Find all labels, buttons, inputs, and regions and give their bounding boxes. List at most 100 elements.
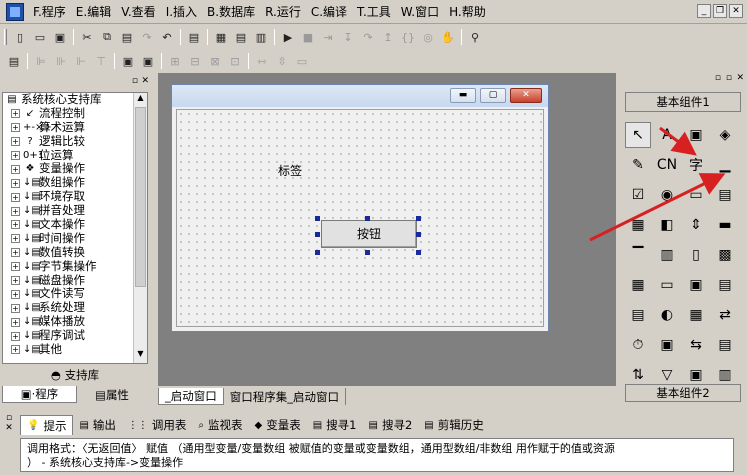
component-1-icon[interactable]: ↖ xyxy=(625,122,651,148)
tab-program[interactable]: ▣ · 程序 xyxy=(2,386,77,403)
app-icon[interactable] xyxy=(6,2,24,21)
component-4-icon[interactable]: ◈ xyxy=(712,122,738,148)
scroll-down-icon[interactable]: ▼ xyxy=(134,349,147,363)
tree-item[interactable]: + ↓▤ 时间操作 xyxy=(3,231,147,246)
component-27-icon[interactable]: ▦ xyxy=(683,302,709,328)
space-eq-icon[interactable]: ⊠ xyxy=(206,52,224,70)
expand-icon[interactable]: + xyxy=(11,331,20,341)
bottom-tab-5[interactable]: ◆ 变量表 xyxy=(249,415,307,435)
tree-item[interactable]: + ↓▤ 程序调试 xyxy=(3,328,147,343)
tree-item[interactable]: + ↓▤ 环境存取 xyxy=(3,189,147,204)
component-29-icon[interactable]: ⏱ xyxy=(625,332,651,358)
component-32-icon[interactable]: ▤ xyxy=(712,332,738,358)
tree-item[interactable]: + ↓▤ 字节集操作 xyxy=(3,259,147,274)
expand-icon[interactable]: + xyxy=(11,123,20,133)
menu-compile[interactable]: C.编译 xyxy=(306,1,352,23)
component-19-icon[interactable]: ▯ xyxy=(683,242,709,268)
tree-item[interactable]: + ↓▤ 文件读写 xyxy=(3,287,147,301)
form-minimize-icon[interactable]: ▬ xyxy=(450,88,476,103)
component-15-icon[interactable]: ⇕ xyxy=(683,212,709,238)
component-20-icon[interactable]: ▩ xyxy=(712,242,738,268)
step-over-icon[interactable]: ↷ xyxy=(359,28,377,46)
step-out-icon[interactable]: ↥ xyxy=(379,28,397,46)
bottom-tab-7[interactable]: ▤ 搜寻2 xyxy=(363,415,419,435)
space-v-icon[interactable]: ⊟ xyxy=(186,52,204,70)
layout-3-icon[interactable]: ▥ xyxy=(252,28,270,46)
palette-close-icon[interactable]: ✕ xyxy=(736,73,744,83)
component-17-icon[interactable]: ▔ xyxy=(625,242,651,268)
expand-icon[interactable]: + xyxy=(11,206,20,216)
menu-help[interactable]: H.帮助 xyxy=(444,1,491,23)
minimize-icon[interactable]: _ xyxy=(697,4,711,18)
align-left-icon[interactable]: ⊫ xyxy=(32,52,50,70)
height-icon[interactable]: ⇳ xyxy=(273,52,291,70)
run-icon[interactable]: ▶ xyxy=(279,28,297,46)
component-12-icon[interactable]: ▤ xyxy=(712,182,738,208)
tree-item[interactable]: + ↓▤ 文本操作 xyxy=(3,217,147,232)
button-control[interactable]: 按钮 xyxy=(321,220,417,248)
menu-run[interactable]: R.运行 xyxy=(260,1,306,23)
tree-root[interactable]: ▤ 系统核心支持库 xyxy=(3,93,147,107)
resize-handle-t[interactable] xyxy=(365,216,370,221)
component-25-icon[interactable]: ▤ xyxy=(625,302,651,328)
menu-database[interactable]: B.数据库 xyxy=(202,1,260,23)
breakpoint-icon[interactable]: ◎ xyxy=(419,28,437,46)
center-v-icon[interactable]: ▣ xyxy=(139,52,157,70)
component-22-icon[interactable]: ▭ xyxy=(654,272,680,298)
panel-pin-icon[interactable]: ▫ xyxy=(132,76,138,86)
resize-handle-b[interactable] xyxy=(365,250,370,255)
expand-icon[interactable]: + xyxy=(11,317,20,327)
resize-icon[interactable]: ▭ xyxy=(293,52,311,70)
align-top-icon[interactable]: ⊤ xyxy=(92,52,110,70)
menu-program[interactable]: F.程序 xyxy=(28,1,71,23)
label-control[interactable]: 标签 xyxy=(278,162,302,179)
support-library-footer[interactable]: ◓ 支持库 xyxy=(2,366,148,384)
expand-icon[interactable]: + xyxy=(11,345,20,355)
component-9-icon[interactable]: ☑ xyxy=(625,182,651,208)
save-icon[interactable]: ▣ xyxy=(51,28,69,46)
bottom-tab-1[interactable]: 💡 提示 xyxy=(20,415,74,435)
find-icon[interactable]: ▤ xyxy=(185,28,203,46)
form-icon[interactable]: ▤ xyxy=(5,52,23,70)
component-26-icon[interactable]: ◐ xyxy=(654,302,680,328)
braces-icon[interactable]: {} xyxy=(399,28,417,46)
menu-tools[interactable]: T.工具 xyxy=(352,1,396,23)
menu-insert[interactable]: I.插入 xyxy=(161,1,202,23)
tree-item[interactable]: + ↓▤ 磁盘操作 xyxy=(3,273,147,288)
menu-edit[interactable]: E.编辑 xyxy=(71,1,116,23)
open-folder-icon[interactable]: ▭ xyxy=(31,28,49,46)
menu-window[interactable]: W.窗口 xyxy=(396,1,444,23)
new-file-icon[interactable]: ▯ xyxy=(11,28,29,46)
expand-icon[interactable]: + xyxy=(11,178,20,188)
scroll-thumb[interactable] xyxy=(135,107,146,287)
component-11-icon[interactable]: ▭ xyxy=(683,182,709,208)
component-24-icon[interactable]: ▤ xyxy=(712,272,738,298)
restore-icon[interactable]: ❐ xyxy=(713,4,727,18)
expand-icon[interactable]: + xyxy=(11,234,20,244)
bottom-close-icon[interactable]: ✕ xyxy=(0,423,18,433)
palette-float-icon[interactable]: ▫ xyxy=(726,73,732,83)
expand-icon[interactable]: + xyxy=(11,303,20,313)
redo-icon[interactable]: ↷ xyxy=(138,28,156,46)
palette-group-basic2[interactable]: 基本组件2 xyxy=(625,384,741,402)
palette-group-basic1[interactable]: 基本组件1 xyxy=(625,92,741,112)
form-canvas[interactable]: 标签 按钮 xyxy=(176,109,544,327)
tree-item[interactable]: + ↓▤ 数值转换 xyxy=(3,245,147,260)
cut-icon[interactable]: ✂ xyxy=(78,28,96,46)
component-7-icon[interactable]: 字 xyxy=(683,152,709,178)
component-23-icon[interactable]: ▣ xyxy=(683,272,709,298)
hand-icon[interactable]: ✋ xyxy=(439,28,457,46)
expand-icon[interactable]: + xyxy=(11,192,20,202)
expand-icon[interactable]: + xyxy=(11,289,20,299)
tree-item[interactable]: + ↓▤ 媒体播放 xyxy=(3,314,147,329)
component-2-icon[interactable]: A xyxy=(654,122,680,148)
bottom-tab-4[interactable]: ⌕ 监视表 xyxy=(192,415,248,435)
panel-close-icon[interactable]: ✕ xyxy=(141,76,149,86)
component-8-icon[interactable]: ▁ xyxy=(712,152,738,178)
component-21-icon[interactable]: ▦ xyxy=(625,272,651,298)
tree-item[interactable]: + ↓▤ 拼音处理 xyxy=(3,203,147,218)
width-icon[interactable]: ⇿ xyxy=(253,52,271,70)
tree-item[interactable]: + ↓▤ 其他 xyxy=(3,342,147,357)
expand-icon[interactable]: + xyxy=(11,137,20,147)
tree-scrollbar[interactable]: ▲ ▼ xyxy=(133,93,147,363)
